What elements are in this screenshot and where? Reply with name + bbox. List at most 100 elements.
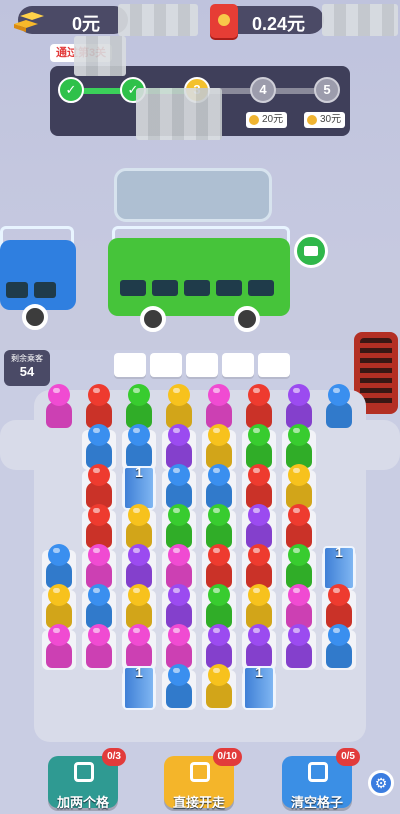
passenger-head: [248, 624, 270, 646]
passenger-head: [128, 424, 150, 446]
passenger-head: [48, 384, 70, 406]
gate-count: 1: [335, 544, 343, 560]
passenger-head: [208, 504, 230, 526]
blurred-region: [136, 88, 222, 140]
waiting-slot: [114, 353, 146, 377]
bus-window: [248, 280, 274, 296]
passenger-head: [288, 504, 310, 526]
gate-count: 1: [255, 664, 263, 680]
remaining-passengers: 剩余乘客 54: [4, 350, 50, 386]
cash-right-value: 0.24元: [252, 14, 306, 34]
truck-icon: [190, 762, 210, 782]
passenger-head: [88, 544, 110, 566]
passenger-head: [288, 584, 310, 606]
passenger-head: [208, 464, 230, 486]
passenger-head: [208, 424, 230, 446]
passenger-yellow[interactable]: [202, 664, 236, 710]
blurred-region: [322, 4, 398, 36]
red-envelope-icon: [210, 4, 238, 38]
clear-slots-label: 清空格子: [290, 795, 343, 810]
passenger-head: [248, 424, 270, 446]
passenger-head: [88, 384, 110, 406]
bus-icon-button[interactable]: [294, 234, 328, 268]
waiting-slot: [222, 353, 254, 377]
drive-away-button[interactable]: 0/10 直接开走: [164, 748, 242, 810]
passenger-head: [168, 544, 190, 566]
locked-gate[interactable]: 1: [123, 664, 155, 710]
passenger-blue[interactable]: [162, 664, 196, 710]
top-bar: 0元 0.24元: [0, 0, 400, 44]
passenger-head: [208, 384, 230, 406]
passenger-blue[interactable]: [322, 624, 356, 670]
waiting-slot: [186, 353, 218, 377]
passenger-head: [168, 664, 190, 686]
gate-count: 1: [135, 664, 143, 680]
bus-window: [216, 280, 242, 296]
cash-balance-right[interactable]: 0.24元: [210, 4, 324, 38]
passenger-pink[interactable]: [42, 384, 76, 430]
waiting-slot: [150, 353, 182, 377]
passenger-head: [208, 544, 230, 566]
blurred-region: [118, 4, 198, 36]
settings-gear-icon[interactable]: ⚙: [368, 770, 394, 796]
reward-20: 20元: [246, 112, 288, 128]
passenger-head: [248, 464, 270, 486]
passenger-head: [88, 584, 110, 606]
passenger-head: [48, 544, 70, 566]
bus-shelter-roof: [114, 168, 272, 222]
passenger-head: [248, 384, 270, 406]
clear-slots-count: 0/5: [336, 748, 360, 766]
passenger-head: [128, 584, 150, 606]
passenger-head: [328, 624, 350, 646]
passenger-head: [288, 624, 310, 646]
bus-window: [34, 282, 56, 298]
add-slot-icon: [74, 762, 94, 782]
passenger-head: [48, 584, 70, 606]
cash-balance-left[interactable]: 0元: [14, 6, 128, 34]
gate-count: 1: [135, 464, 143, 480]
passenger-head: [88, 464, 110, 486]
locked-gate[interactable]: 1: [243, 664, 275, 710]
blurred-region: [74, 36, 126, 76]
drive-away-label: 直接开走: [172, 795, 225, 810]
passenger-purple[interactable]: [282, 624, 316, 670]
bus-window: [120, 280, 146, 296]
progress-node-1: ✓: [58, 77, 84, 103]
passenger-head: [248, 504, 270, 526]
vacuum-icon: [308, 762, 328, 782]
waiting-slot: [258, 353, 290, 377]
passenger-head: [168, 464, 190, 486]
progress-node-5: 5: [314, 77, 340, 103]
bus-window: [184, 280, 210, 296]
bus-window: [152, 280, 178, 296]
passenger-pink[interactable]: [82, 624, 116, 670]
gold-bars-icon: [14, 12, 44, 32]
bus-wheel: [22, 304, 48, 330]
remaining-label: 剩余乘客: [11, 354, 43, 363]
clear-slots-button[interactable]: 0/5 清空格子: [282, 748, 360, 810]
passenger-head: [168, 504, 190, 526]
passenger-head: [168, 624, 190, 646]
passenger-head: [288, 424, 310, 446]
green-bus[interactable]: [108, 226, 292, 334]
bus-wheel: [140, 306, 166, 332]
passenger-head: [48, 624, 70, 646]
passenger-head: [168, 384, 190, 406]
drive-away-count: 0/10: [212, 748, 242, 766]
passenger-head: [208, 664, 230, 686]
passenger-head: [288, 464, 310, 486]
passenger-blue[interactable]: [322, 384, 356, 430]
bus-window: [6, 282, 28, 298]
add-two-slots-label: 加两个格: [56, 795, 109, 810]
blue-bus[interactable]: [0, 226, 80, 330]
remaining-count: 54: [19, 364, 35, 379]
add-two-slots-count: 0/3: [102, 748, 126, 766]
add-two-slots-button[interactable]: 0/3 加两个格: [48, 748, 126, 810]
passenger-head: [288, 544, 310, 566]
bus-body: [0, 240, 76, 310]
reward-30: 30元: [304, 112, 346, 128]
passenger-head: [248, 544, 270, 566]
passenger-head: [88, 624, 110, 646]
passenger-head: [128, 504, 150, 526]
passenger-pink[interactable]: [42, 624, 76, 670]
